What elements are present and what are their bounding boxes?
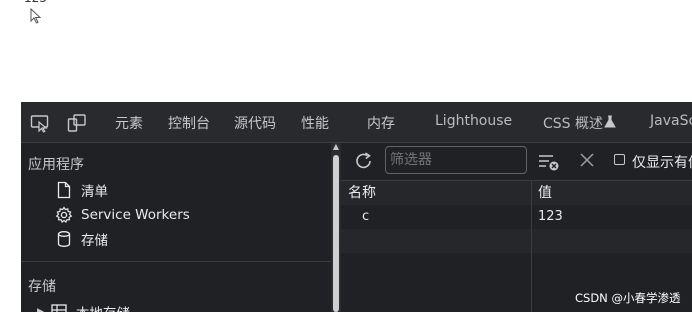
devtools-panel: 元素 控制台 源代码 性能 内存 Lighthouse CSS 概述 JavaS… — [21, 102, 692, 312]
storage-main-pane: 仅显示有值 名称 值 c 123 — [341, 143, 692, 312]
column-header-name[interactable]: 名称 — [341, 181, 531, 205]
page-value-text: 123 — [24, 0, 47, 5]
database-icon — [57, 231, 71, 247]
tab-sources[interactable]: 源代码 — [234, 113, 276, 133]
tab-lighthouse[interactable]: Lighthouse — [435, 113, 512, 129]
sidebar-item-label: 存储 — [81, 233, 108, 249]
only-show-values-checkbox[interactable] — [614, 154, 625, 165]
clear-all-icon[interactable] — [537, 152, 561, 172]
sidebar-item-manifest[interactable]: 清单 — [55, 180, 108, 200]
document-icon — [57, 181, 71, 199]
sidebar-section-storage[interactable]: 存储 — [28, 276, 56, 296]
mouse-cursor-icon — [30, 8, 42, 24]
sidebar-divider — [21, 261, 331, 262]
tab-javascript[interactable]: JavaScr — [650, 113, 692, 129]
tab-elements[interactable]: 元素 — [115, 113, 143, 133]
expand-arrow-icon[interactable]: ▶ — [37, 307, 44, 312]
table-cell-key: c — [362, 209, 370, 224]
table-cell-value: 123 — [538, 209, 563, 224]
column-header-value[interactable]: 值 — [532, 181, 692, 205]
sidebar-item-label: 本地存储 — [76, 302, 130, 312]
table-row[interactable]: c 123 — [341, 205, 692, 229]
table-row-empty — [341, 229, 692, 253]
application-sidebar: 应用程序 清单 Service Workers 存储 存储 ▶ — [21, 143, 331, 312]
sidebar-item-local-storage[interactable]: ▶ 本地存储 — [37, 302, 130, 312]
scroll-thumb[interactable] — [333, 155, 339, 312]
gear-icon — [55, 206, 73, 223]
devtools-tab-bar: 元素 控制台 源代码 性能 内存 Lighthouse CSS 概述 JavaS… — [21, 102, 692, 143]
sidebar-scrollbar[interactable]: ▲ — [331, 143, 341, 312]
delete-selected-icon[interactable] — [578, 151, 596, 169]
sidebar-item-label: Service Workers — [81, 207, 190, 223]
tab-css-overview[interactable]: CSS 概述 — [543, 113, 603, 133]
scroll-up-arrow-icon[interactable]: ▲ — [332, 143, 340, 151]
device-toolbar-icon[interactable] — [67, 113, 87, 133]
experiment-flask-icon — [604, 115, 616, 128]
filter-input[interactable] — [385, 146, 527, 174]
tab-performance[interactable]: 性能 — [301, 113, 329, 133]
tab-console[interactable]: 控制台 — [168, 113, 210, 133]
inspect-element-icon[interactable] — [30, 113, 50, 133]
sidebar-item-service-workers[interactable]: Service Workers — [55, 205, 190, 225]
sidebar-section-application[interactable]: 应用程序 — [28, 154, 84, 174]
table-grid-icon — [51, 304, 67, 312]
refresh-icon[interactable] — [353, 150, 375, 172]
storage-toolbar: 仅显示有值 — [341, 143, 692, 181]
sidebar-item-storage[interactable]: 存储 — [55, 229, 108, 249]
checkbox-label: 仅显示有值 — [632, 155, 692, 171]
sidebar-item-label: 清单 — [81, 184, 108, 200]
tab-memory[interactable]: 内存 — [367, 113, 395, 133]
column-separator — [531, 181, 532, 312]
watermark-text: CSDN @小春学渗透 — [575, 291, 681, 305]
